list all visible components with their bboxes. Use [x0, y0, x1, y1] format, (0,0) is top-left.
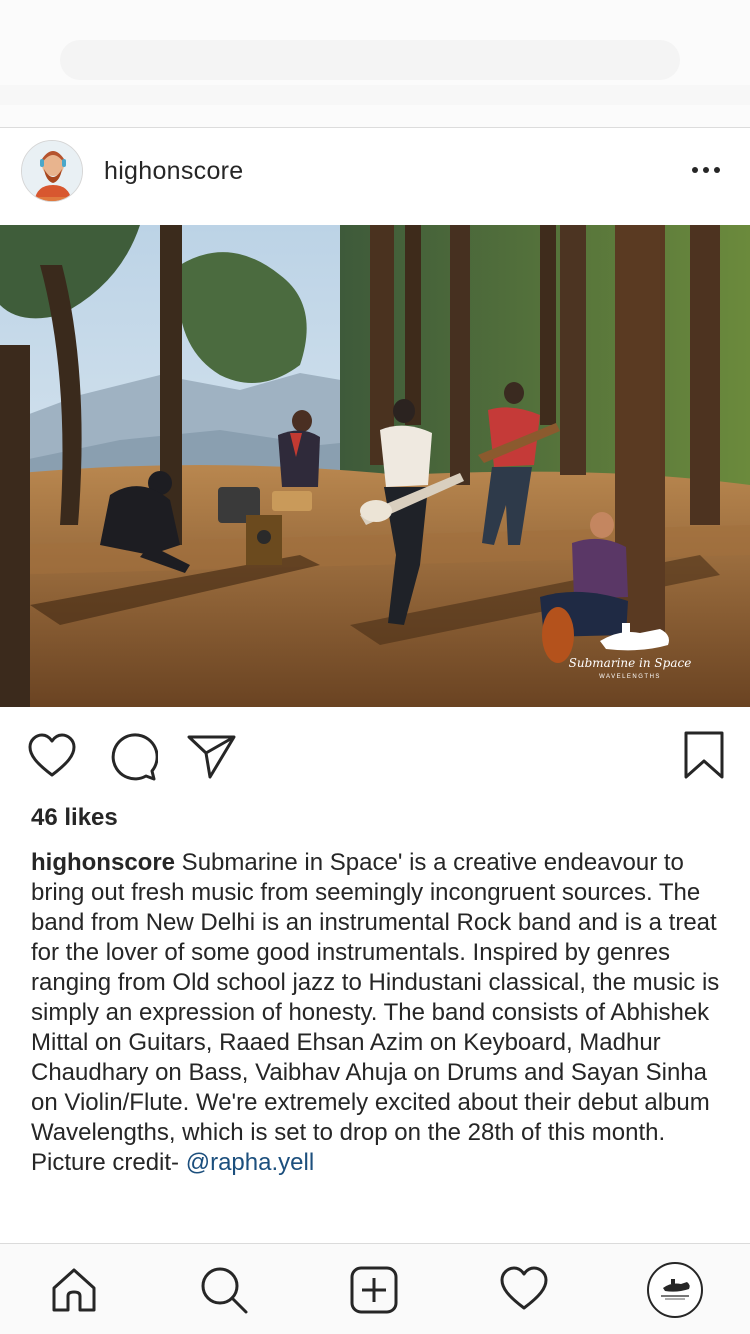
- status-bar-blur: [60, 40, 680, 80]
- add-post-icon[interactable]: [346, 1262, 402, 1318]
- send-icon[interactable]: [186, 731, 238, 783]
- bookmark-icon[interactable]: [680, 731, 732, 783]
- status-area: [0, 0, 750, 128]
- avatar[interactable]: [21, 140, 83, 202]
- dot: [714, 167, 720, 173]
- dot: [703, 167, 709, 173]
- watermark-subtitle: WAVELENGTHS: [599, 674, 661, 680]
- comment-icon[interactable]: [106, 731, 159, 783]
- like-count[interactable]: 46 likes: [31, 804, 118, 832]
- post-header: highonscore: [0, 129, 750, 225]
- mention-link[interactable]: @rapha.yell: [186, 1149, 314, 1176]
- status-bar-blur: [0, 85, 750, 105]
- home-icon[interactable]: [46, 1262, 102, 1318]
- post-caption: highonscore Submarine in Space' is a cre…: [31, 848, 726, 1178]
- profile-avatar[interactable]: [647, 1262, 703, 1318]
- activity-heart-icon[interactable]: [496, 1262, 552, 1318]
- dot: [692, 167, 698, 173]
- post-username[interactable]: highonscore: [104, 157, 244, 186]
- watermark-title: Submarine in Space: [569, 656, 692, 670]
- post-actions: [0, 707, 750, 803]
- bottom-tab-bar: [0, 1243, 750, 1334]
- search-icon[interactable]: [196, 1262, 252, 1318]
- more-options-icon[interactable]: [684, 155, 728, 185]
- caption-username[interactable]: highonscore: [31, 849, 175, 876]
- caption-text: Submarine in Space' is a creative endeav…: [31, 849, 720, 1176]
- heart-icon[interactable]: [26, 731, 78, 783]
- post-photo[interactable]: Submarine in Space WAVELENGTHS: [0, 225, 750, 707]
